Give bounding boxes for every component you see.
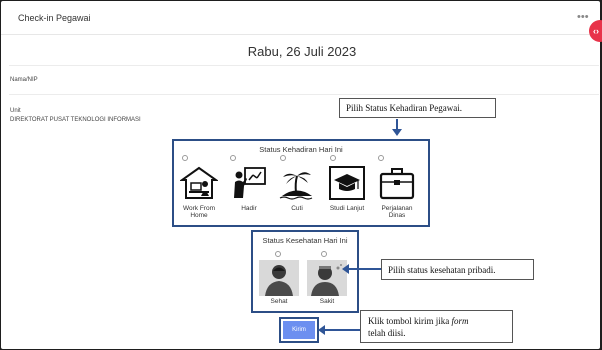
- submit-arrow-head: [318, 325, 325, 335]
- field-divider: [9, 94, 599, 95]
- window-header: Check-in Pegawai •••: [1, 1, 600, 35]
- presenter-icon[interactable]: [230, 165, 268, 201]
- checkin-window: Check-in Pegawai ••• Rabu, 26 Juli 2023 …: [1, 1, 600, 349]
- wfh-label-line2: Home: [190, 212, 208, 219]
- more-horizontal-icon[interactable]: •••: [577, 11, 589, 23]
- submit-arrow-shaft: [324, 329, 360, 331]
- attendance-arrow-head: [392, 129, 402, 136]
- current-date: Rabu, 26 Juli 2023: [247, 44, 357, 59]
- wfh-label-line1: Work From: [182, 205, 216, 212]
- health-callout: Pilih status kesehatan pribadi.: [381, 259, 534, 280]
- sehat-radio[interactable]: [275, 251, 281, 257]
- briefcase-icon[interactable]: [378, 165, 416, 201]
- submit-callout-text-1: Klik tombol kirim jika: [368, 316, 452, 326]
- hadir-label: Hadir: [241, 205, 257, 212]
- house-person-icon[interactable]: [180, 165, 218, 201]
- sehat-label: Sehat: [270, 298, 288, 305]
- submit-callout-text-2: telah diisi.: [368, 328, 406, 338]
- attendance-status-title: Status Kehadiran Hari Ini: [259, 145, 343, 154]
- healthy-person-icon[interactable]: [259, 260, 299, 296]
- attendance-status-panel: Status Kehadiran Hari Ini Work From Home: [172, 139, 430, 227]
- wfh-label: Work From Home: [174, 205, 224, 219]
- unit-label: Unit: [10, 108, 21, 114]
- date-divider: [9, 65, 599, 66]
- beach-island-icon[interactable]: [278, 165, 316, 201]
- hadir-radio[interactable]: [230, 155, 236, 161]
- attendance-callout: Pilih Status Kehadiran Pegawai.: [339, 98, 496, 118]
- cuti-radio[interactable]: [280, 155, 286, 161]
- studi-lanjut-label: Studi Lanjut: [329, 205, 365, 212]
- health-status-title: Status Kesehatan Hari Ini: [262, 236, 348, 245]
- submit-callout-form: form: [451, 316, 469, 326]
- health-arrow-head: [342, 264, 349, 274]
- sakit-label: Sakit: [319, 298, 335, 305]
- graduation-cap-icon[interactable]: [328, 165, 366, 201]
- submit-button[interactable]: Kirim: [283, 321, 315, 339]
- cuti-label: Cuti: [291, 205, 303, 212]
- perjalanan-dinas-label-line1: Perjalanan: [381, 205, 413, 212]
- perjalanan-dinas-radio[interactable]: [378, 155, 384, 161]
- submit-callout: Klik tombol kirim jika form telah diisi.: [360, 310, 513, 343]
- nama-nip-label: Nama/NIP: [10, 77, 38, 83]
- unit-value: DIREKTORAT PUSAT TEKNOLOGI INFORMASI: [10, 117, 141, 123]
- sakit-radio[interactable]: [321, 251, 327, 257]
- studi-lanjut-radio[interactable]: [330, 155, 336, 161]
- perjalanan-dinas-label: Perjalanan Dinas: [372, 205, 422, 219]
- wfh-radio[interactable]: [182, 155, 188, 161]
- perjalanan-dinas-label-line2: Dinas: [388, 212, 406, 219]
- health-arrow-shaft: [348, 268, 381, 270]
- window-title: Check-in Pegawai: [18, 13, 91, 23]
- sick-person-icon[interactable]: [307, 260, 347, 296]
